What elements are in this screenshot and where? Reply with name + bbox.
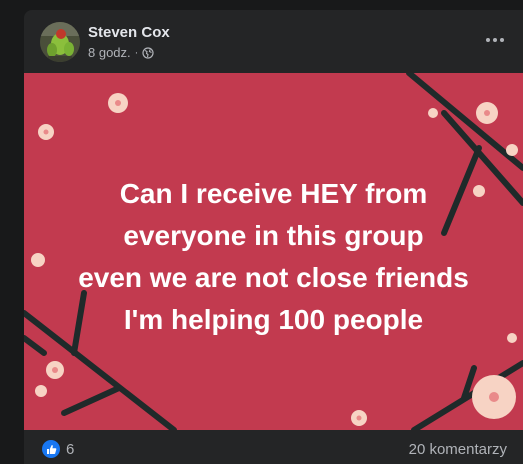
post-time[interactable]: 8 godz. (88, 45, 131, 60)
post-text: Can I receive HEY from everyone in this … (24, 173, 523, 341)
post-text-line: Can I receive HEY from (119, 178, 428, 209)
ellipsis-icon (486, 38, 490, 42)
reaction-count[interactable]: 6 (66, 441, 74, 458)
post-background-banner: Can I receive HEY from everyone in this … (24, 73, 523, 430)
post-author[interactable]: Steven Cox (88, 24, 170, 41)
globe-icon[interactable] (142, 46, 154, 59)
avatar-image (40, 22, 80, 62)
post-text-line: even we are not close friends (78, 262, 469, 293)
post-footer: 6 20 komentarzy (24, 430, 523, 464)
meta-separator: · (134, 46, 139, 59)
post-text-line: I'm helping 100 people (123, 304, 424, 335)
post-header: Steven Cox 8 godz. · (24, 10, 523, 73)
comments-count-link[interactable]: 20 komentarzy (409, 441, 507, 458)
thumbs-up-icon[interactable] (42, 440, 60, 458)
post-card: Steven Cox 8 godz. · Can I receive HEY f… (24, 10, 523, 464)
more-options-button[interactable] (481, 32, 509, 48)
post-meta: 8 godz. · (88, 45, 154, 60)
avatar[interactable] (40, 22, 80, 62)
post-text-line: everyone in this group (123, 220, 424, 251)
